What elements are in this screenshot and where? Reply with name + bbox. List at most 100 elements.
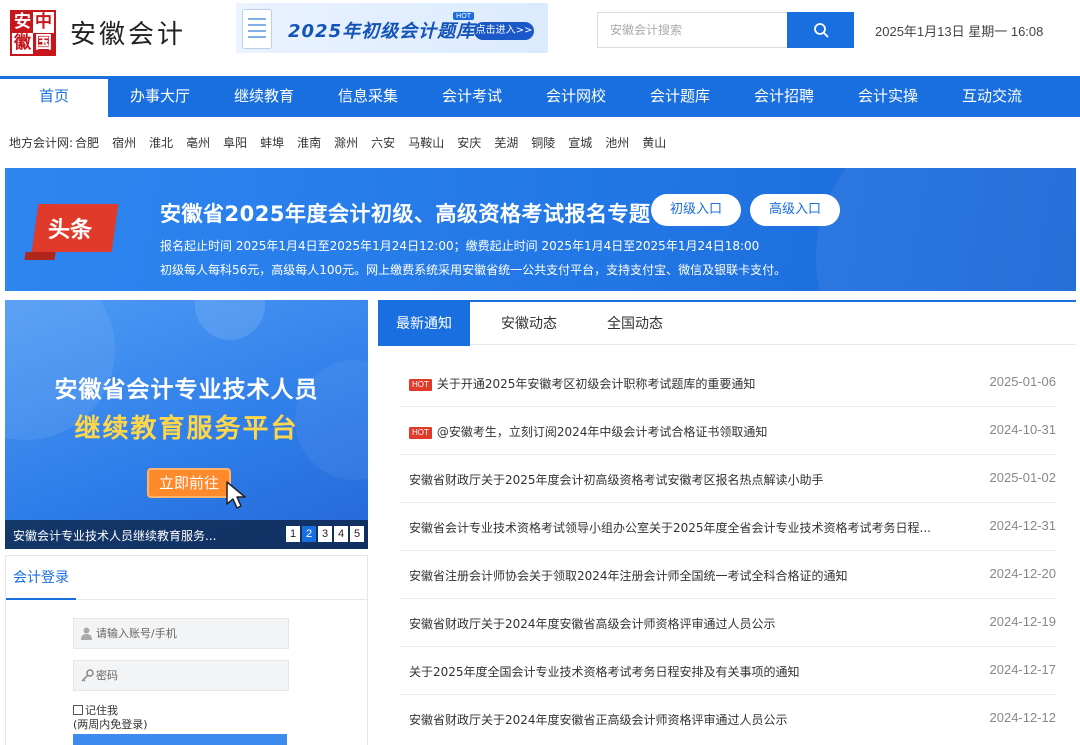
news-list-item[interactable]: 安徽省财政厅关于2025年度会计初高级资格考试安徽考区报名热点解读小助手 202… bbox=[400, 455, 1056, 503]
slider-caption[interactable]: 安徽会计专业技术人员继续教育服务... bbox=[13, 527, 216, 544]
senior-entry-button[interactable]: 高级入口 bbox=[750, 194, 840, 226]
news-title[interactable]: 安徽省财政厅关于2024年度安徽省高级会计师资格评审通过人员公示 bbox=[409, 615, 776, 632]
local-accounting-links: 地方会计网: 合肥 宿州 淮北 亳州 阜阳 蚌埠 淮南 滁州 六安 马鞍山 安庆… bbox=[9, 134, 679, 151]
news-list-item[interactable]: HOT @安徽考生，立刻订阅2024年中级会计考试合格证书领取通知 2024-10… bbox=[400, 407, 1056, 455]
news-list-item[interactable]: 安徽省注册会计师协会关于领取2024年注册会计师全国统一考试全科合格证的通知 2… bbox=[400, 551, 1056, 599]
slider-pager: 1 2 3 4 5 bbox=[286, 526, 364, 542]
login-button[interactable] bbox=[73, 734, 287, 745]
account-placeholder: 请输入账号/手机 bbox=[96, 627, 177, 640]
hot-badge: HOT bbox=[409, 427, 432, 439]
local-link[interactable]: 六安 bbox=[371, 134, 395, 151]
hot-badge: HOT bbox=[409, 379, 432, 391]
slider-headline: 安徽省会计专业技术人员 bbox=[54, 377, 319, 403]
news-title[interactable]: @安徽考生，立刻订阅2024年中级会计考试合格证书领取通知 bbox=[437, 425, 768, 439]
slider-go-button[interactable]: 立即前往 bbox=[147, 468, 231, 498]
tab-anhui-news[interactable]: 安徽动态 bbox=[482, 302, 576, 346]
main-nav: 首页 办事大厅 继续教育 信息采集 会计考试 会计网校 会计题库 会计招聘 会计… bbox=[0, 76, 1080, 117]
news-title[interactable]: 安徽省财政厅关于2025年度会计初高级资格考试安徽考区报名热点解读小助手 bbox=[409, 471, 824, 488]
nav-item-service-hall[interactable]: 办事大厅 bbox=[108, 76, 212, 117]
news-list-item[interactable]: 安徽省财政厅关于2024年度安徽省高级会计师资格评审通过人员公示 2024-12… bbox=[400, 599, 1056, 647]
slider-page-3[interactable]: 3 bbox=[318, 526, 332, 542]
local-link[interactable]: 安庆 bbox=[457, 134, 481, 151]
promo-slider[interactable]: 安徽省会计专业技术人员 继续教育服务平台 立即前往 安徽会计专业技术人员继续教育… bbox=[5, 300, 368, 549]
question-bank-ad-banner[interactable]: 2025年初级会计题库 HOT 点击进入>> bbox=[236, 3, 548, 53]
news-date: 2024-12-17 bbox=[989, 662, 1057, 677]
local-link[interactable]: 淮北 bbox=[149, 134, 173, 151]
news-list-item[interactable]: 安徽省会计专业技术资格考试领导小组办公室关于2025年度全省会计专业技术资格考试… bbox=[400, 503, 1056, 551]
nav-item-recruitment[interactable]: 会计招聘 bbox=[732, 76, 836, 117]
phone-illustration-icon bbox=[242, 9, 272, 49]
slider-page-2[interactable]: 2 bbox=[302, 526, 316, 542]
tab-national-news[interactable]: 全国动态 bbox=[588, 302, 682, 346]
news-tabs: 最新通知 安徽动态 全国动态 bbox=[378, 300, 1076, 346]
news-title[interactable]: 关于开通2025年安徽考区初级会计职称考试题库的重要通知 bbox=[437, 377, 756, 391]
account-field[interactable]: 请输入账号/手机 bbox=[73, 618, 289, 649]
search-button[interactable] bbox=[787, 12, 854, 48]
primary-entry-button[interactable]: 初级入口 bbox=[651, 194, 741, 226]
news-date: 2024-12-19 bbox=[989, 614, 1057, 629]
headline-tag: 头条 bbox=[24, 204, 119, 260]
tab-accounting-login[interactable]: 会计登录 bbox=[6, 556, 76, 600]
ad-enter-button[interactable]: 点击进入>> bbox=[474, 22, 534, 40]
remember-label: 记住我 bbox=[85, 704, 118, 717]
nav-item-question-bank[interactable]: 会计题库 bbox=[628, 76, 732, 117]
local-link[interactable]: 滁州 bbox=[334, 134, 358, 151]
slider-subheadline: 继续教育服务平台 bbox=[74, 414, 299, 444]
local-link[interactable]: 阜阳 bbox=[223, 134, 247, 151]
news-title[interactable]: 关于2025年度全国会计专业技术资格考试考务日程安排及有关事项的通知 bbox=[409, 663, 800, 680]
nav-item-home[interactable]: 首页 bbox=[0, 76, 108, 117]
local-link[interactable]: 宿州 bbox=[112, 134, 136, 151]
local-link[interactable]: 宣城 bbox=[568, 134, 592, 151]
remember-me[interactable]: 记住我 (两周内免登录) bbox=[73, 704, 148, 732]
local-link[interactable]: 蚌埠 bbox=[260, 134, 284, 151]
news-date: 2024-12-12 bbox=[989, 710, 1057, 725]
local-link[interactable]: 铜陵 bbox=[531, 134, 555, 151]
local-link[interactable]: 黄山 bbox=[642, 134, 666, 151]
logo-seal-char: 中 bbox=[35, 12, 52, 32]
nav-item-info-collection[interactable]: 信息采集 bbox=[316, 76, 420, 117]
headline-banner: 头条 安徽省2025年度会计初级、高级资格考试报名专题 初级入口 高级入口 报名… bbox=[5, 168, 1076, 291]
local-link[interactable]: 池州 bbox=[605, 134, 629, 151]
news-title[interactable]: 安徽省财政厅关于2024年度安徽省正高级会计师资格评审通过人员公示 bbox=[409, 711, 788, 728]
site-name[interactable]: 安徽会计 bbox=[70, 14, 186, 51]
login-panel: 会计登录 请输入账号/手机 密码 记住我 (两周内免登录) bbox=[5, 555, 368, 745]
headline-schedule: 报名起止时间 2025年1月4日至2025年1月24日12:00；缴费起止时间 … bbox=[160, 239, 760, 253]
news-list-item[interactable]: 关于2025年度全国会计专业技术资格考试考务日程安排及有关事项的通知 2024-… bbox=[400, 647, 1056, 695]
current-datetime: 2025年1月13日 星期一 16:08 bbox=[875, 24, 1044, 39]
slider-caption-bar: 安徽会计专业技术人员继续教育服务... 1 2 3 4 5 bbox=[5, 520, 368, 549]
nav-item-online-school[interactable]: 会计网校 bbox=[524, 76, 628, 117]
news-title[interactable]: 安徽省会计专业技术资格考试领导小组办公室关于2025年度全省会计专业技术资格考试… bbox=[409, 519, 931, 536]
ad-title: 2025年初级会计题库 bbox=[288, 21, 476, 42]
local-link[interactable]: 亳州 bbox=[186, 134, 210, 151]
headline-title[interactable]: 安徽省2025年度会计初级、高级资格考试报名专题 bbox=[160, 198, 650, 228]
news-date: 2024-10-31 bbox=[989, 422, 1057, 437]
remember-checkbox[interactable] bbox=[73, 705, 83, 715]
slider-page-1[interactable]: 1 bbox=[286, 526, 300, 542]
news-panel: 最新通知 安徽动态 全国动态 HOT 关于开通2025年安徽考区初级会计职称考试题… bbox=[378, 300, 1076, 745]
key-icon bbox=[81, 669, 94, 682]
ad-hot-badge: HOT bbox=[453, 12, 475, 20]
remember-note: (两周内免登录) bbox=[73, 718, 148, 731]
news-title[interactable]: 安徽省注册会计师协会关于领取2024年注册会计师全国统一考试全科合格证的通知 bbox=[409, 567, 848, 584]
nav-item-continuing-education[interactable]: 继续教育 bbox=[212, 76, 316, 117]
site-logo-seal[interactable]: 安 中 徽 国 bbox=[10, 10, 56, 56]
slider-page-5[interactable]: 5 bbox=[350, 526, 364, 542]
news-list-item[interactable]: HOT 关于开通2025年安徽考区初级会计职称考试题库的重要通知 2025-01-… bbox=[400, 359, 1056, 407]
local-link[interactable]: 淮南 bbox=[297, 134, 321, 151]
nav-item-accounting-exam[interactable]: 会计考试 bbox=[420, 76, 524, 117]
news-list-item[interactable]: 安徽省财政厅关于2024年度安徽省正高级会计师资格评审通过人员公示 2024-1… bbox=[400, 695, 1056, 743]
slider-page-4[interactable]: 4 bbox=[334, 526, 348, 542]
local-link[interactable]: 芜湖 bbox=[494, 134, 518, 151]
nav-item-practice[interactable]: 会计实操 bbox=[836, 76, 940, 117]
password-field[interactable]: 密码 bbox=[73, 660, 289, 691]
search-input[interactable] bbox=[597, 12, 787, 48]
nav-item-interaction[interactable]: 互动交流 bbox=[940, 76, 1044, 117]
local-links-label: 地方会计网: bbox=[9, 136, 74, 150]
tab-latest-notices[interactable]: 最新通知 bbox=[378, 302, 470, 346]
news-date: 2025-01-02 bbox=[989, 470, 1057, 485]
headline-fee-info: 初级每人每科56元，高级每人100元。网上缴费系统采用安徽省统一公共支付平台，支… bbox=[160, 263, 787, 277]
local-link[interactable]: 合肥 bbox=[75, 134, 99, 151]
password-placeholder: 密码 bbox=[96, 669, 118, 682]
local-link[interactable]: 马鞍山 bbox=[408, 134, 444, 151]
logo-seal-char: 安 bbox=[12, 12, 33, 33]
